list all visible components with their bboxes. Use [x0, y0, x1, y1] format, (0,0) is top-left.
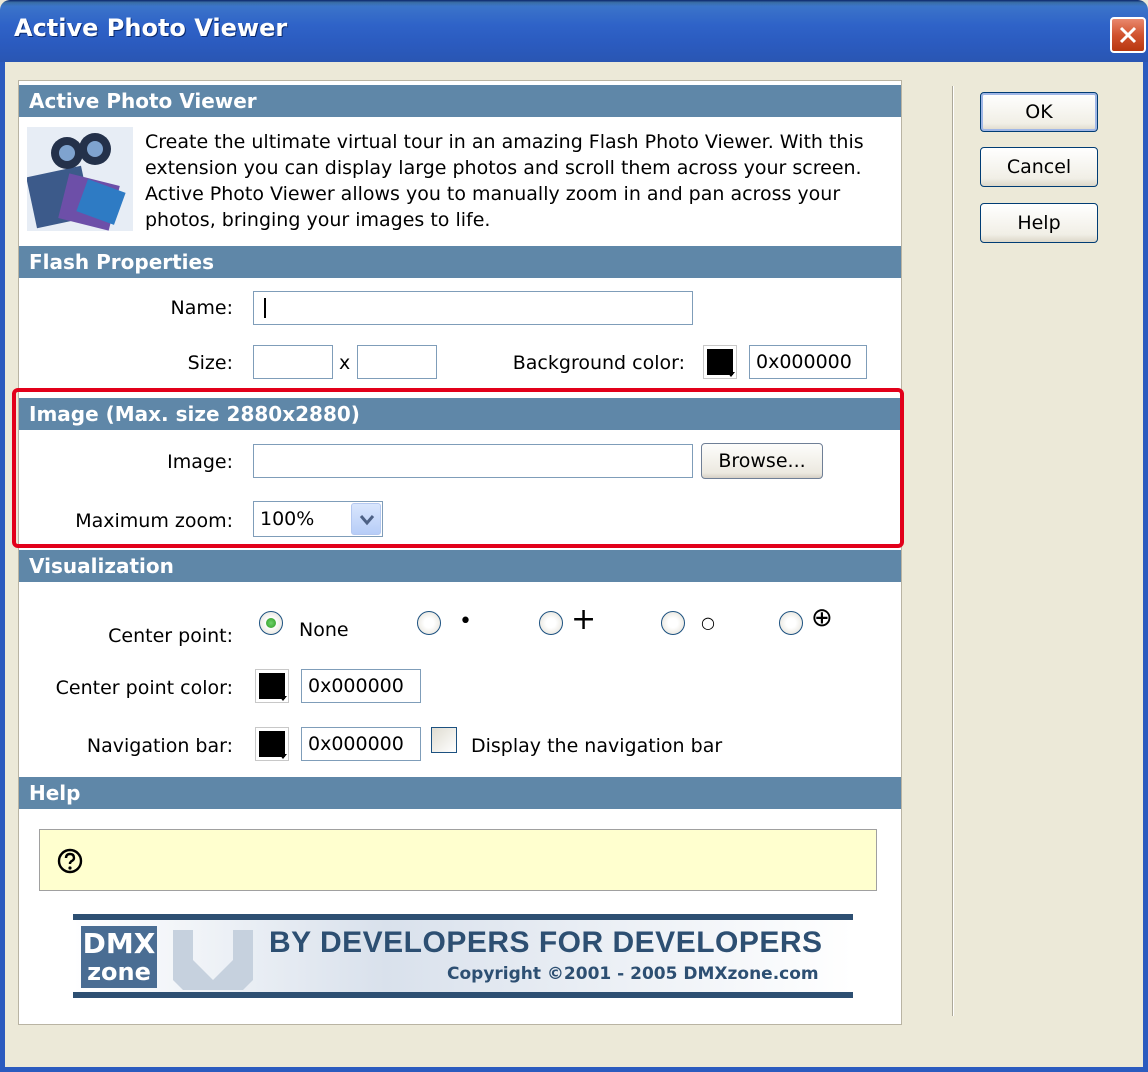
center-point-color-picker[interactable]	[255, 669, 289, 703]
close-icon	[1119, 26, 1137, 44]
section-header-flash-properties: Flash Properties	[19, 246, 901, 278]
close-button[interactable]	[1110, 17, 1146, 53]
section-header-visualization: Visualization	[19, 550, 901, 582]
section-header-intro: Active Photo Viewer	[19, 85, 901, 117]
extension-logo-icon	[26, 127, 133, 231]
width-input[interactable]	[253, 345, 333, 379]
name-label: Name:	[170, 297, 233, 319]
center-point-option-crosshair: ⊕	[811, 603, 833, 633]
help-button[interactable]: Help	[980, 203, 1098, 243]
image-label: Image:	[167, 451, 233, 473]
navigation-bar-label: Navigation bar:	[86, 735, 233, 757]
size-separator: x	[339, 352, 351, 374]
maximum-zoom-select[interactable]: 100%	[253, 501, 383, 537]
section-header-help: Help	[19, 777, 901, 809]
center-point-radio-dot[interactable]	[417, 611, 441, 635]
banner-slogan: BY DEVELOPERS FOR DEVELOPERS	[269, 926, 823, 959]
navigation-bar-color-input[interactable]: 0x000000	[301, 727, 421, 761]
chevron-down-icon	[359, 515, 375, 526]
display-navigation-bar-checkbox[interactable]	[431, 727, 457, 753]
main-panel: Active Photo Viewer Create the ultimate …	[18, 80, 902, 1025]
intro-line-2: extension you can display large photos a…	[145, 157, 862, 179]
title-bar: Active Photo Viewer	[0, 0, 1148, 62]
center-point-radio-circle[interactable]	[661, 611, 685, 635]
window-title: Active Photo Viewer	[14, 14, 288, 42]
window-frame-bottom	[0, 1067, 1148, 1072]
help-text-box	[39, 829, 877, 891]
browse-button[interactable]: Browse...	[701, 443, 823, 479]
dropdown-arrow-icon	[727, 372, 735, 377]
center-point-color-label: Center point color:	[55, 677, 233, 699]
maximum-zoom-label: Maximum zoom:	[75, 510, 233, 532]
dropdown-arrow-icon	[279, 754, 287, 759]
center-point-radio-none[interactable]	[259, 611, 283, 635]
vertical-divider	[952, 86, 954, 1016]
center-point-option-circle: ○	[701, 613, 715, 632]
intro-line-3: Active Photo Viewer allows you to manual…	[145, 183, 841, 205]
dmxzone-logo: DMX zone	[81, 926, 157, 988]
banner-copyright: Copyright ©2001 - 2005 DMXzone.com	[447, 964, 819, 984]
ok-button[interactable]: OK	[980, 92, 1098, 132]
center-point-option-none: None	[299, 619, 349, 641]
question-mark-icon	[57, 848, 83, 874]
window-frame-left	[0, 62, 5, 1072]
display-navigation-bar-label: Display the navigation bar	[471, 735, 723, 757]
intro-line-4: photos, bringing your images to life.	[145, 209, 491, 231]
window-frame-right	[1143, 62, 1148, 1072]
maximum-zoom-value: 100%	[260, 508, 315, 530]
text-caret	[264, 298, 266, 318]
background-color-input[interactable]: 0x000000	[749, 345, 867, 379]
logo-ghost-graphic	[163, 920, 263, 992]
height-input[interactable]	[357, 345, 437, 379]
logo-text-top: DMX	[82, 927, 156, 960]
center-point-color-input[interactable]: 0x000000	[301, 669, 421, 703]
background-color-picker[interactable]	[703, 345, 737, 379]
intro-line-1: Create the ultimate virtual tour in an a…	[145, 131, 864, 153]
navigation-bar-color-picker[interactable]	[255, 727, 289, 761]
background-color-label: Background color:	[512, 352, 685, 374]
center-point-radio-cross[interactable]	[539, 611, 563, 635]
cancel-button[interactable]: Cancel	[980, 147, 1098, 187]
center-point-option-dot: •	[459, 609, 472, 634]
dropdown-arrow-icon	[279, 696, 287, 701]
image-path-input[interactable]	[253, 444, 693, 478]
dmxzone-banner: DMX zone BY DEVELOPERS FOR DEVELOPERS Co…	[73, 914, 853, 998]
center-point-radio-crosshair[interactable]	[779, 611, 803, 635]
center-point-label: Center point:	[108, 625, 233, 647]
logo-text-bottom: zone	[87, 958, 151, 986]
section-header-image: Image (Max. size 2880x2880)	[19, 398, 901, 430]
name-input[interactable]	[253, 291, 693, 325]
center-point-option-cross: +	[571, 602, 597, 637]
maximum-zoom-dropdown-button[interactable]	[351, 503, 381, 535]
size-label: Size:	[187, 352, 233, 374]
